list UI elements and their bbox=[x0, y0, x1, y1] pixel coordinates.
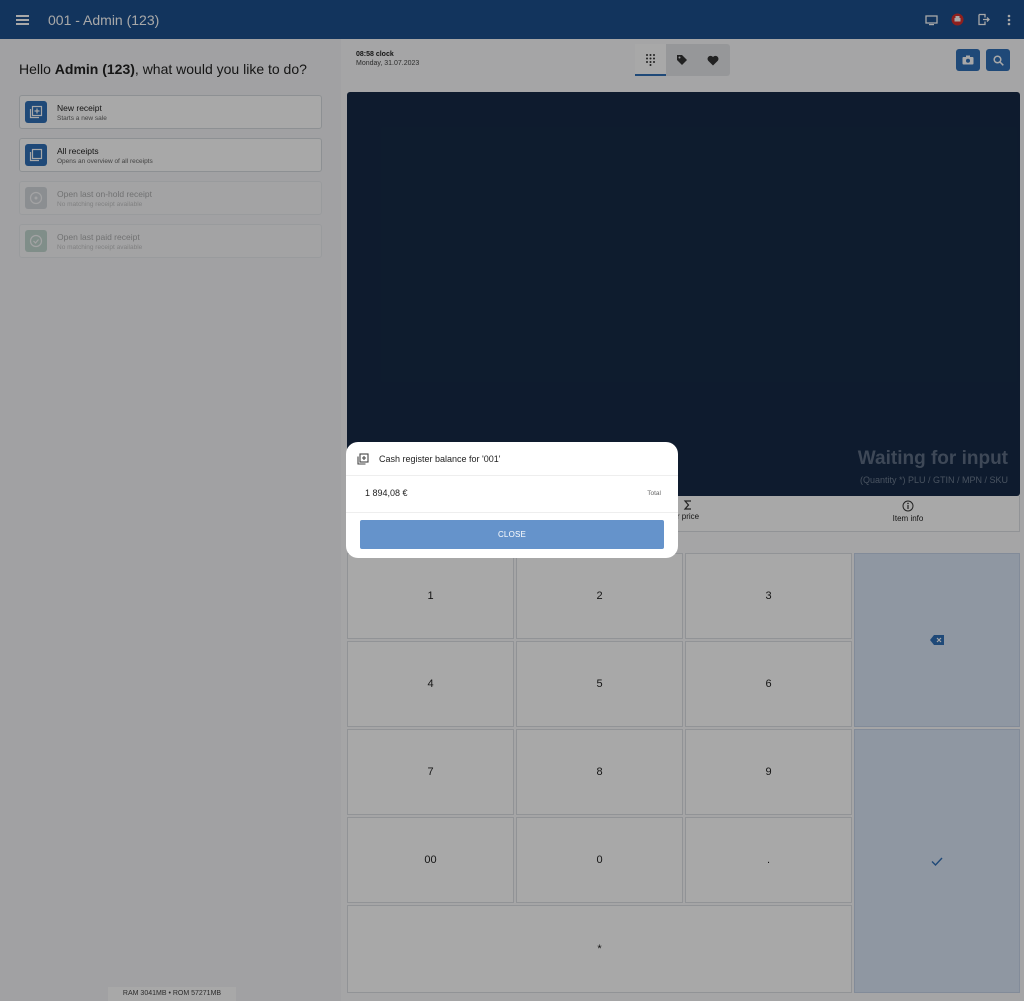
balance-row: 1 894,08 € Total bbox=[365, 488, 661, 498]
balance-label: Total bbox=[647, 489, 661, 497]
dialog-header: Cash register balance for '001' bbox=[346, 442, 678, 476]
dialog-divider bbox=[346, 512, 678, 513]
add-receipt-icon bbox=[357, 452, 369, 465]
close-button[interactable]: CLOSE bbox=[360, 520, 664, 549]
balance-amount: 1 894,08 € bbox=[365, 488, 408, 498]
dialog-title: Cash register balance for '001' bbox=[379, 453, 501, 464]
cash-balance-dialog: Cash register balance for '001' 1 894,08… bbox=[346, 442, 678, 558]
